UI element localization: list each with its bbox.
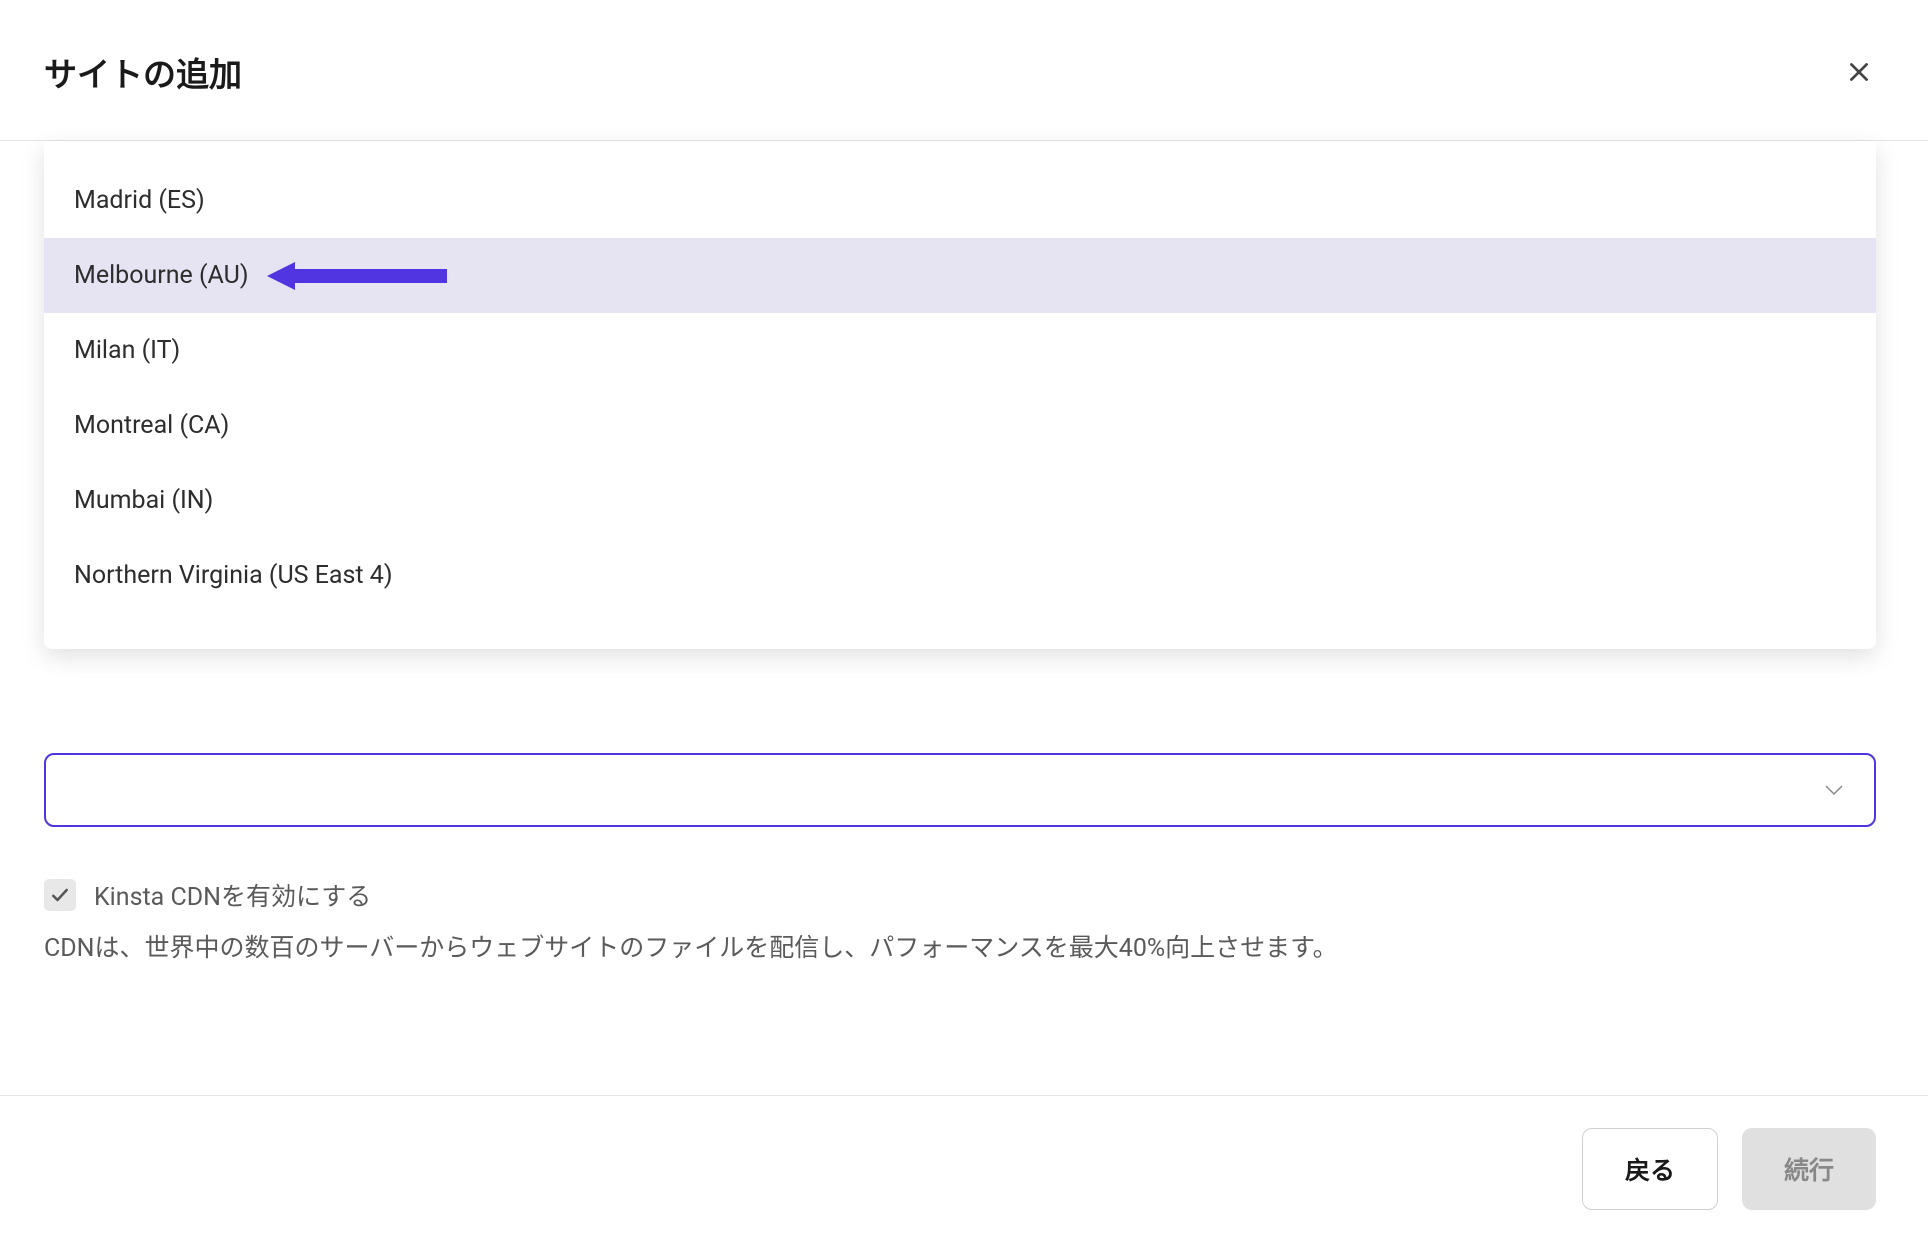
location-dropdown-panel: Madrid (ES) Melbourne (AU) Milan (IT) Mo… [44, 141, 1876, 649]
chevron-down-icon [1824, 781, 1844, 800]
cdn-checkbox[interactable] [44, 879, 76, 911]
dropdown-item-madrid[interactable]: Madrid (ES) [44, 163, 1876, 238]
cdn-section: Kinsta CDNを有効にする CDNは、世界中の数百のサーバーからウェブサイ… [44, 877, 1876, 969]
dropdown-item-milan[interactable]: Milan (IT) [44, 313, 1876, 388]
dropdown-item-label: Montreal (CA) [74, 411, 229, 440]
dropdown-item-label: Mumbai (IN) [74, 486, 213, 515]
dropdown-item-mumbai[interactable]: Mumbai (IN) [44, 463, 1876, 538]
dropdown-item-melbourne[interactable]: Melbourne (AU) [44, 238, 1876, 313]
cdn-label: Kinsta CDNを有効にする [94, 877, 371, 913]
close-button[interactable] [1846, 59, 1872, 85]
dropdown-item-label: Northern Virginia (US East 4) [74, 561, 393, 590]
back-button[interactable]: 戻る [1582, 1128, 1718, 1210]
modal-header: サイトの追加 [0, 0, 1928, 141]
arrow-left-icon [267, 262, 447, 290]
dropdown-item-montreal[interactable]: Montreal (CA) [44, 388, 1876, 463]
dropdown-item-northern-virginia[interactable]: Northern Virginia (US East 4) [44, 538, 1876, 613]
location-select-field[interactable] [44, 753, 1876, 827]
check-icon [50, 885, 70, 905]
cdn-description: CDNは、世界中の数百のサーバーからウェブサイトのファイルを配信し、パフォーマン… [44, 929, 1876, 969]
dropdown-item-label: Madrid (ES) [74, 186, 205, 215]
page-title: サイトの追加 [44, 48, 242, 96]
dropdown-item-partial[interactable] [44, 613, 1876, 641]
dropdown-item-label: Melbourne (AU) [74, 261, 249, 290]
close-icon [1846, 59, 1872, 85]
modal-footer: 戻る 続行 [0, 1095, 1928, 1242]
dropdown-item-label: Milan (IT) [74, 336, 180, 365]
continue-button[interactable]: 続行 [1742, 1128, 1876, 1210]
cdn-checkbox-row: Kinsta CDNを有効にする [44, 877, 1876, 913]
